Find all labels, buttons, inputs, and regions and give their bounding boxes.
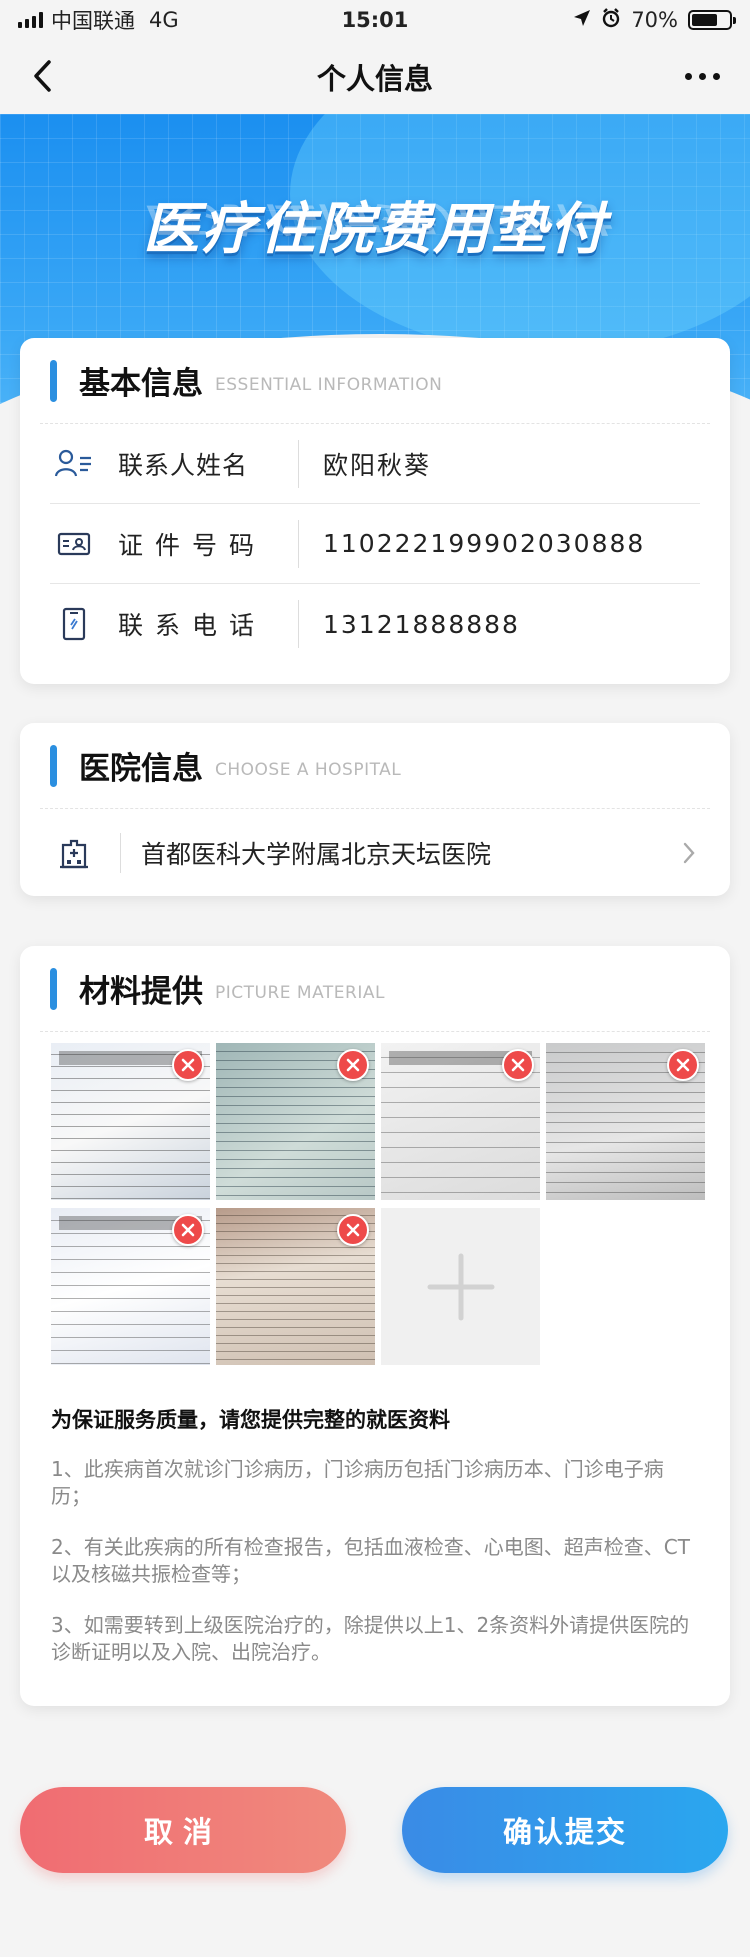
- note-item: 2、有关此疾病的所有检查报告，包括血液检查、心电图、超声检查、CT以及核磁共振检…: [51, 1535, 690, 1586]
- delete-photo-button[interactable]: [667, 1049, 699, 1081]
- basic-info-title: 基本信息: [79, 366, 203, 402]
- hospital-select-row[interactable]: 首都医科大学附属北京天坛医院: [50, 809, 700, 896]
- cancel-button[interactable]: 取消: [20, 1787, 346, 1873]
- note-item: 1、此疾病首次就诊门诊病历，门诊病历包括门诊病历本、门诊电子病历；: [51, 1457, 664, 1508]
- battery-icon: [688, 10, 736, 30]
- accent-bar: [50, 967, 57, 1010]
- more-dot: [712, 72, 720, 80]
- accent-bar: [50, 359, 57, 402]
- id-number-value[interactable]: 110222199902030888: [323, 529, 645, 558]
- material-photo[interactable]: [216, 1043, 375, 1200]
- material-photo[interactable]: [51, 1043, 210, 1200]
- close-icon: [181, 1058, 195, 1072]
- material-photo[interactable]: [216, 1208, 375, 1365]
- delete-photo-button[interactable]: [172, 1214, 204, 1246]
- hospital-info-card: 医院信息 CHOOSE A HOSPITAL 首都医科大学附属北京天坛医院: [20, 723, 730, 896]
- delete-photo-button[interactable]: [337, 1214, 369, 1246]
- page-title: 个人信息: [316, 62, 433, 96]
- chevron-right-icon[interactable]: [678, 842, 700, 864]
- id-card-icon: [54, 524, 94, 564]
- contact-name-label: 联系人姓名: [118, 450, 249, 480]
- hospital-info-title: 医院信息: [79, 751, 203, 787]
- material-photo[interactable]: [381, 1043, 540, 1200]
- more-dot: [698, 72, 706, 80]
- phone-label: 联系电话: [118, 611, 267, 640]
- material-photo[interactable]: [51, 1208, 210, 1365]
- banner-title-reflection: 医疗住院费用垫付: [143, 199, 607, 239]
- basic-info-header: 基本信息 ESSENTIAL INFORMATION: [40, 338, 710, 424]
- materials-title: 材料提供: [79, 974, 203, 1010]
- close-icon: [676, 1058, 690, 1072]
- basic-info-card: 基本信息 ESSENTIAL INFORMATION 联系人姓名 欧阳秋葵 证件…: [20, 338, 730, 684]
- materials-card: 材料提供 PICTURE MATERIAL 为保证服务质量，请您提供完整的就医资…: [20, 946, 730, 1706]
- id-number-row[interactable]: 证件号码 110222199902030888: [50, 504, 700, 584]
- hospital-info-subtitle: CHOOSE A HOSPITAL: [215, 759, 402, 780]
- more-button[interactable]: [674, 56, 730, 96]
- contact-person-icon: [54, 444, 94, 484]
- phone-icon: [54, 604, 94, 644]
- contact-name-value[interactable]: 欧阳秋葵: [323, 446, 431, 482]
- hospital-info-header: 医院信息 CHOOSE A HOSPITAL: [40, 723, 710, 809]
- materials-header: 材料提供 PICTURE MATERIAL: [40, 946, 710, 1032]
- contact-name-row[interactable]: 联系人姓名 欧阳秋葵: [50, 424, 700, 504]
- plus-icon: [427, 1253, 494, 1320]
- back-button[interactable]: [22, 56, 62, 96]
- close-icon: [346, 1223, 360, 1237]
- chevron-left-icon: [34, 60, 51, 92]
- phone-value[interactable]: 13121888888: [323, 610, 520, 639]
- add-photo-button[interactable]: [381, 1208, 540, 1365]
- delete-photo-button[interactable]: [172, 1049, 204, 1081]
- submit-button[interactable]: 确认提交: [402, 1787, 728, 1873]
- more-dot: [684, 72, 692, 80]
- id-number-label: 证件号码: [118, 530, 267, 560]
- phone-row[interactable]: 联系电话 13121888888: [50, 584, 700, 664]
- nav-bar: 个人信息: [0, 40, 750, 114]
- material-photo[interactable]: [546, 1043, 705, 1200]
- close-icon: [181, 1223, 195, 1237]
- hospital-icon: [54, 833, 94, 873]
- note-item: 3、如需要转到上级医院治疗的，除提供以上1、2条资料外请提供医院的诊断证明以及入…: [51, 1613, 690, 1664]
- basic-info-subtitle: ESSENTIAL INFORMATION: [215, 374, 443, 395]
- hospital-name[interactable]: 首都医科大学附属北京天坛医院: [141, 835, 678, 871]
- materials-notes: 为保证服务质量，请您提供完整的就医资料 1、此疾病首次就诊门诊病历，门诊病历包括…: [51, 1404, 699, 1690]
- close-icon: [511, 1058, 525, 1072]
- status-bar: 中国联通 4G 15:01 70%: [0, 0, 750, 40]
- status-time: 15:01: [341, 8, 409, 32]
- delete-photo-button[interactable]: [502, 1049, 534, 1081]
- close-icon: [346, 1058, 360, 1072]
- notes-heading: 为保证服务质量，请您提供完整的就医资料: [51, 1408, 450, 1432]
- materials-subtitle: PICTURE MATERIAL: [215, 982, 385, 1003]
- accent-bar: [50, 744, 57, 787]
- delete-photo-button[interactable]: [337, 1049, 369, 1081]
